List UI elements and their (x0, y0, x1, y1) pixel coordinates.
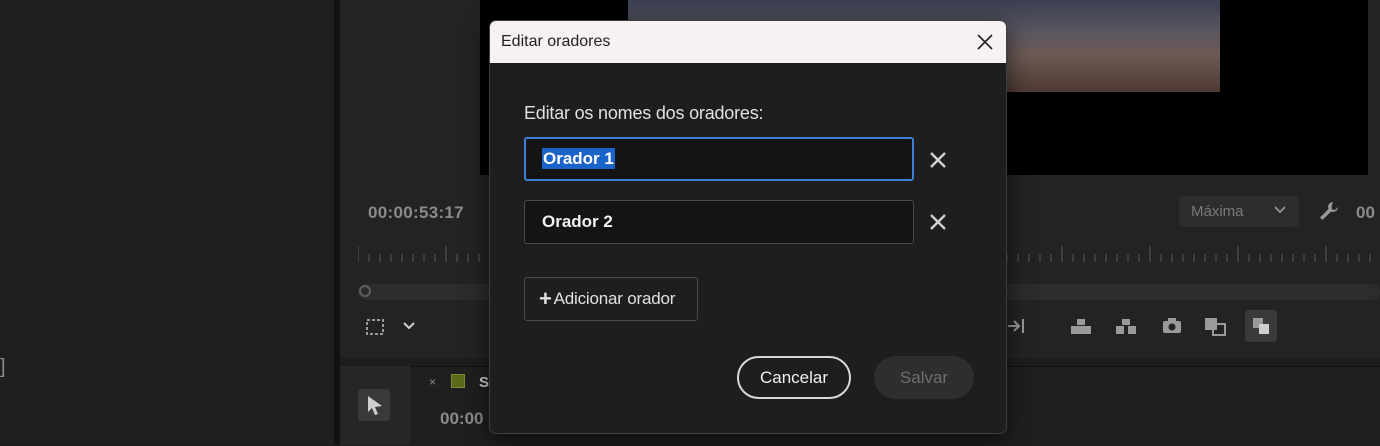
sequence-tab-label[interactable]: S (479, 374, 489, 391)
arrow-cursor-icon (368, 396, 382, 415)
camera-icon[interactable] (1159, 315, 1185, 337)
step-forward-icon[interactable] (1004, 315, 1030, 337)
sequence-color-swatch (451, 374, 465, 388)
project-panel (0, 0, 340, 445)
playhead-timecode[interactable]: 00:00:53:17 (368, 203, 464, 223)
close-icon[interactable] (974, 31, 996, 53)
chevron-down-icon (1274, 206, 1286, 214)
plus-icon: + (539, 286, 552, 311)
add-speaker-label: Adicionar orador (553, 289, 676, 308)
speaker-1-name-input[interactable]: Orador 1 (524, 137, 914, 181)
duration-timecode: 00 (1356, 203, 1375, 222)
playback-quality-select[interactable]: Máxima (1179, 196, 1299, 227)
dialog-title: Editar oradores (501, 33, 611, 50)
speaker-names-prompt: Editar os nomes dos oradores: (524, 103, 764, 123)
safe-margins-icon[interactable] (365, 318, 385, 336)
extract-icon[interactable] (1113, 315, 1139, 337)
save-button: Salvar (874, 356, 974, 399)
selection-tool-button[interactable] (358, 389, 390, 421)
quality-value: Máxima (1191, 203, 1244, 220)
bracket-glyph: ] (0, 356, 6, 378)
remove-speaker-2-icon[interactable] (926, 210, 950, 234)
overlay-icon (1253, 318, 1269, 334)
speaker-1-name-value: Orador 1 (542, 148, 615, 169)
dialog-titlebar: Editar oradores (490, 21, 1006, 63)
comparison-view-icon[interactable] (1202, 315, 1228, 337)
cancel-button[interactable]: Cancelar (737, 356, 851, 399)
lift-icon[interactable] (1068, 315, 1094, 337)
overlay-toggle-button[interactable] (1245, 310, 1277, 342)
chevron-down-icon[interactable] (401, 318, 417, 334)
wrench-icon[interactable] (1318, 200, 1340, 222)
edit-speakers-dialog: Editar oradores Editar os nomes dos orad… (489, 20, 1007, 434)
speaker-2-name-value: Orador 2 (542, 212, 613, 231)
remove-speaker-1-icon[interactable] (926, 148, 950, 172)
sequence-tab-close-button[interactable]: × (429, 375, 436, 389)
scroll-handle[interactable] (359, 285, 371, 297)
speaker-2-name-input[interactable]: Orador 2 (524, 200, 914, 244)
add-speaker-button[interactable]: + Adicionar orador (524, 277, 698, 321)
sequence-timecode[interactable]: 00:00 (440, 409, 483, 429)
